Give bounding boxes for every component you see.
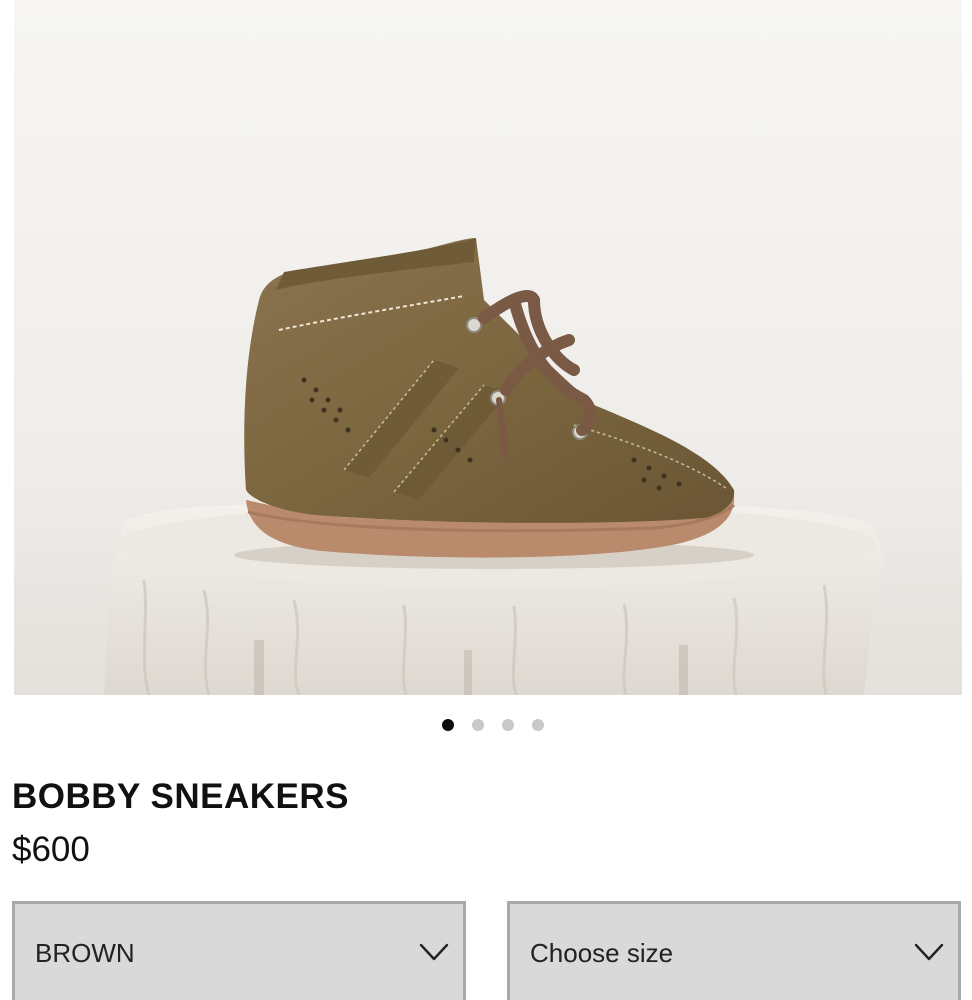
size-select[interactable]: Choose size (507, 901, 961, 1000)
color-select-value: BROWN (35, 938, 135, 968)
product-image (14, 0, 962, 695)
chevron-down-icon (914, 943, 944, 961)
color-select[interactable]: BROWN (12, 901, 466, 1000)
product-title: BOBBY SNEAKERS (12, 777, 349, 816)
chevron-down-icon (419, 943, 449, 961)
carousel-dot[interactable] (532, 719, 544, 731)
product-page: BOBBY SNEAKERS $600 BROWN Choose size (0, 0, 972, 1000)
carousel-dots (0, 719, 972, 733)
carousel-dot[interactable] (472, 719, 484, 731)
carousel-dot[interactable] (442, 719, 454, 731)
product-price: $600 (12, 830, 90, 869)
product-image-gallery[interactable] (14, 0, 962, 695)
size-select-value: Choose size (530, 938, 674, 968)
carousel-dot[interactable] (502, 719, 514, 731)
